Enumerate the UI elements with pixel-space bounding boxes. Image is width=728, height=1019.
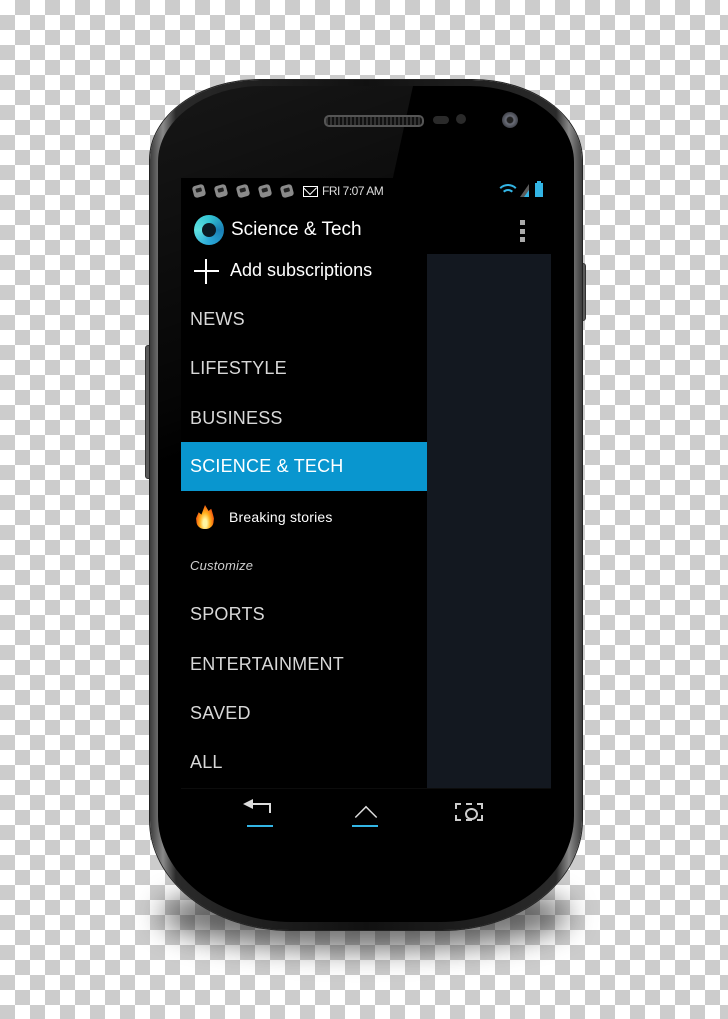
drawer-header-label: Customize xyxy=(190,558,254,573)
status-bar[interactable]: FRI 7:07 AM xyxy=(181,178,551,204)
recent-apps-button[interactable] xyxy=(453,799,487,827)
drawer-item-label: SCIENCE & TECH xyxy=(190,456,344,476)
app-logo-icon[interactable] xyxy=(194,215,224,245)
home-button[interactable] xyxy=(348,799,382,827)
app-notification-icon xyxy=(235,183,251,199)
drawer-item-label: LIFESTYLE xyxy=(190,358,287,378)
status-time: FRI 7:07 AM xyxy=(322,184,384,198)
back-button[interactable] xyxy=(243,799,277,827)
drawer-item-label: SAVED xyxy=(190,703,251,723)
navigation-bar xyxy=(181,788,551,835)
page-title: Science & Tech xyxy=(231,219,362,240)
drawer-item-label: Breaking stories xyxy=(229,508,333,525)
plus-icon xyxy=(194,259,219,284)
app-notification-icon xyxy=(191,183,207,199)
light-sensor xyxy=(456,114,466,124)
drawer-item-news[interactable]: NEWS xyxy=(181,295,427,344)
drawer-item-science-tech[interactable]: SCIENCE & TECH xyxy=(181,442,427,491)
action-bar: Science & Tech xyxy=(181,204,551,254)
phone-screen: FRI 7:07 AM Science & Tech Add subscript… xyxy=(181,178,551,835)
battery-icon xyxy=(535,181,543,197)
front-camera xyxy=(502,112,518,128)
drawer-customize-header[interactable]: Customize xyxy=(181,541,427,590)
wifi-icon xyxy=(499,183,517,197)
system-status-icons xyxy=(499,181,543,197)
navigation-drawer: Add subscriptions NEWS LIFESTYLE BUSINES… xyxy=(181,254,427,788)
signal-icon xyxy=(520,184,529,197)
app-notification-icon xyxy=(257,183,273,199)
drawer-item-saved[interactable]: SAVED xyxy=(181,689,427,738)
drawer-item-label: BUSINESS xyxy=(190,408,283,428)
drawer-item-sports[interactable]: SPORTS xyxy=(181,590,427,639)
drawer-item-label: ALL xyxy=(190,752,223,772)
drawer-item-all[interactable]: ALL xyxy=(181,738,427,787)
gmail-icon xyxy=(303,185,318,197)
notification-icons xyxy=(191,183,295,199)
drawer-item-lifestyle[interactable]: LIFESTYLE xyxy=(181,344,427,393)
drawer-item-label: SPORTS xyxy=(190,604,265,624)
app-notification-icon xyxy=(279,183,295,199)
overflow-menu-icon[interactable] xyxy=(520,220,525,242)
add-subscriptions-label: Add subscriptions xyxy=(230,260,373,280)
content-pane[interactable] xyxy=(427,254,551,788)
add-subscriptions-button[interactable]: Add subscriptions xyxy=(181,254,427,288)
drawer-item-business[interactable]: BUSINESS xyxy=(181,394,427,443)
drawer-item-label: NEWS xyxy=(190,309,245,329)
earpiece-speaker xyxy=(324,115,424,127)
camera-screenshot-icon xyxy=(455,803,483,821)
drawer-item-entertainment[interactable]: ENTERTAINMENT xyxy=(181,640,427,689)
proximity-sensor xyxy=(433,116,449,124)
app-notification-icon xyxy=(213,183,229,199)
drawer-item-breaking-stories[interactable]: Breaking stories xyxy=(181,492,427,541)
home-icon xyxy=(351,803,379,825)
fire-icon xyxy=(196,505,214,529)
drawer-item-label: ENTERTAINMENT xyxy=(190,654,344,674)
